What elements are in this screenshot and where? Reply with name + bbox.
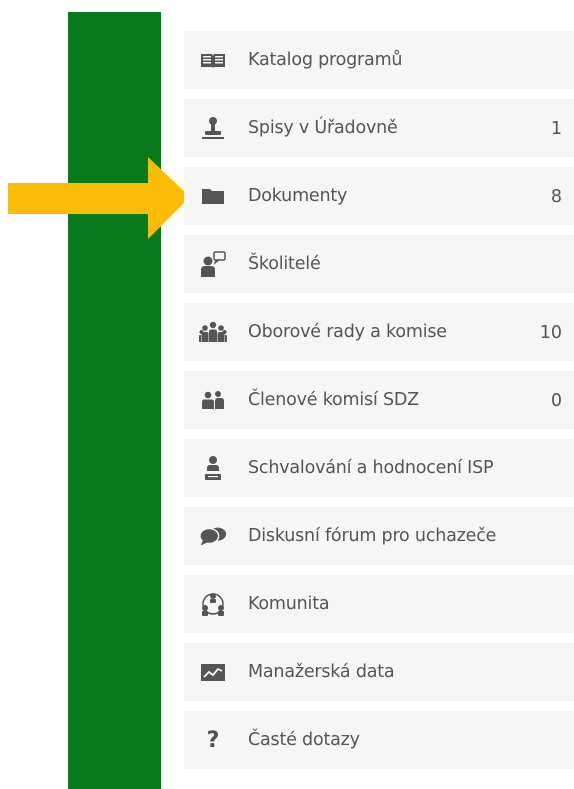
menu-item-label: Spisy v Úřadovně xyxy=(248,118,398,138)
group-icon xyxy=(199,319,227,345)
person-review-icon xyxy=(199,455,227,481)
question-icon: ? xyxy=(206,727,220,753)
folder-icon xyxy=(199,183,227,209)
menu-item-label: Školitelé xyxy=(248,254,321,274)
menu-item-label: Diskusní fórum pro uchazeče xyxy=(248,526,497,546)
community-icon xyxy=(199,591,227,617)
menu-item-label: Dokumenty xyxy=(248,186,348,206)
menu-item-caste-dotazy[interactable]: ? Časté dotazy xyxy=(184,711,574,769)
stamp-icon xyxy=(199,115,227,141)
count-badge: 1 xyxy=(550,119,562,139)
menu-item-label: Katalog programů xyxy=(248,50,403,70)
pointer-arrow-icon xyxy=(8,157,190,239)
count-badge: 8 xyxy=(550,187,562,207)
menu-item-oborove-rady-a-komise[interactable]: Oborové rady a komise 10 xyxy=(184,303,574,361)
users-icon xyxy=(199,387,227,413)
count-badge: 0 xyxy=(550,391,562,411)
menu-item-dokumenty[interactable]: Dokumenty 8 xyxy=(184,167,574,225)
supervisor-icon xyxy=(199,251,227,277)
menu-item-label: Schvalování a hodnocení ISP xyxy=(248,458,494,478)
menu-item-label: Oborové rady a komise xyxy=(248,322,447,342)
chart-icon xyxy=(199,659,227,685)
menu-item-komunita[interactable]: Komunita xyxy=(184,575,574,633)
green-sidebar-bar xyxy=(68,12,161,789)
menu-item-manazerska-data[interactable]: Manažerská data xyxy=(184,643,574,701)
menu-item-label: Členové komisí SDZ xyxy=(248,390,419,410)
menu-item-label: Časté dotazy xyxy=(248,730,360,750)
menu-item-label: Manažerská data xyxy=(248,662,395,682)
menu-item-label: Komunita xyxy=(248,594,330,614)
menu-item-diskusni-forum[interactable]: Diskusní fórum pro uchazeče xyxy=(184,507,574,565)
menu-item-spisy-v-uradovne[interactable]: Spisy v Úřadovně 1 xyxy=(184,99,574,157)
menu-item-katalog-programu[interactable]: Katalog programů xyxy=(184,31,574,89)
menu-item-skolitele[interactable]: Školitelé xyxy=(184,235,574,293)
menu-item-clenove-komisi-sdz[interactable]: Členové komisí SDZ 0 xyxy=(184,371,574,429)
book-icon xyxy=(199,47,227,73)
chat-icon xyxy=(199,523,227,549)
menu-item-schvalovani-a-hodnoceni-isp[interactable]: Schvalování a hodnocení ISP xyxy=(184,439,574,497)
side-menu: Katalog programů Spisy v Úřadovně 1 Doku… xyxy=(184,31,574,769)
count-badge: 10 xyxy=(539,323,562,343)
